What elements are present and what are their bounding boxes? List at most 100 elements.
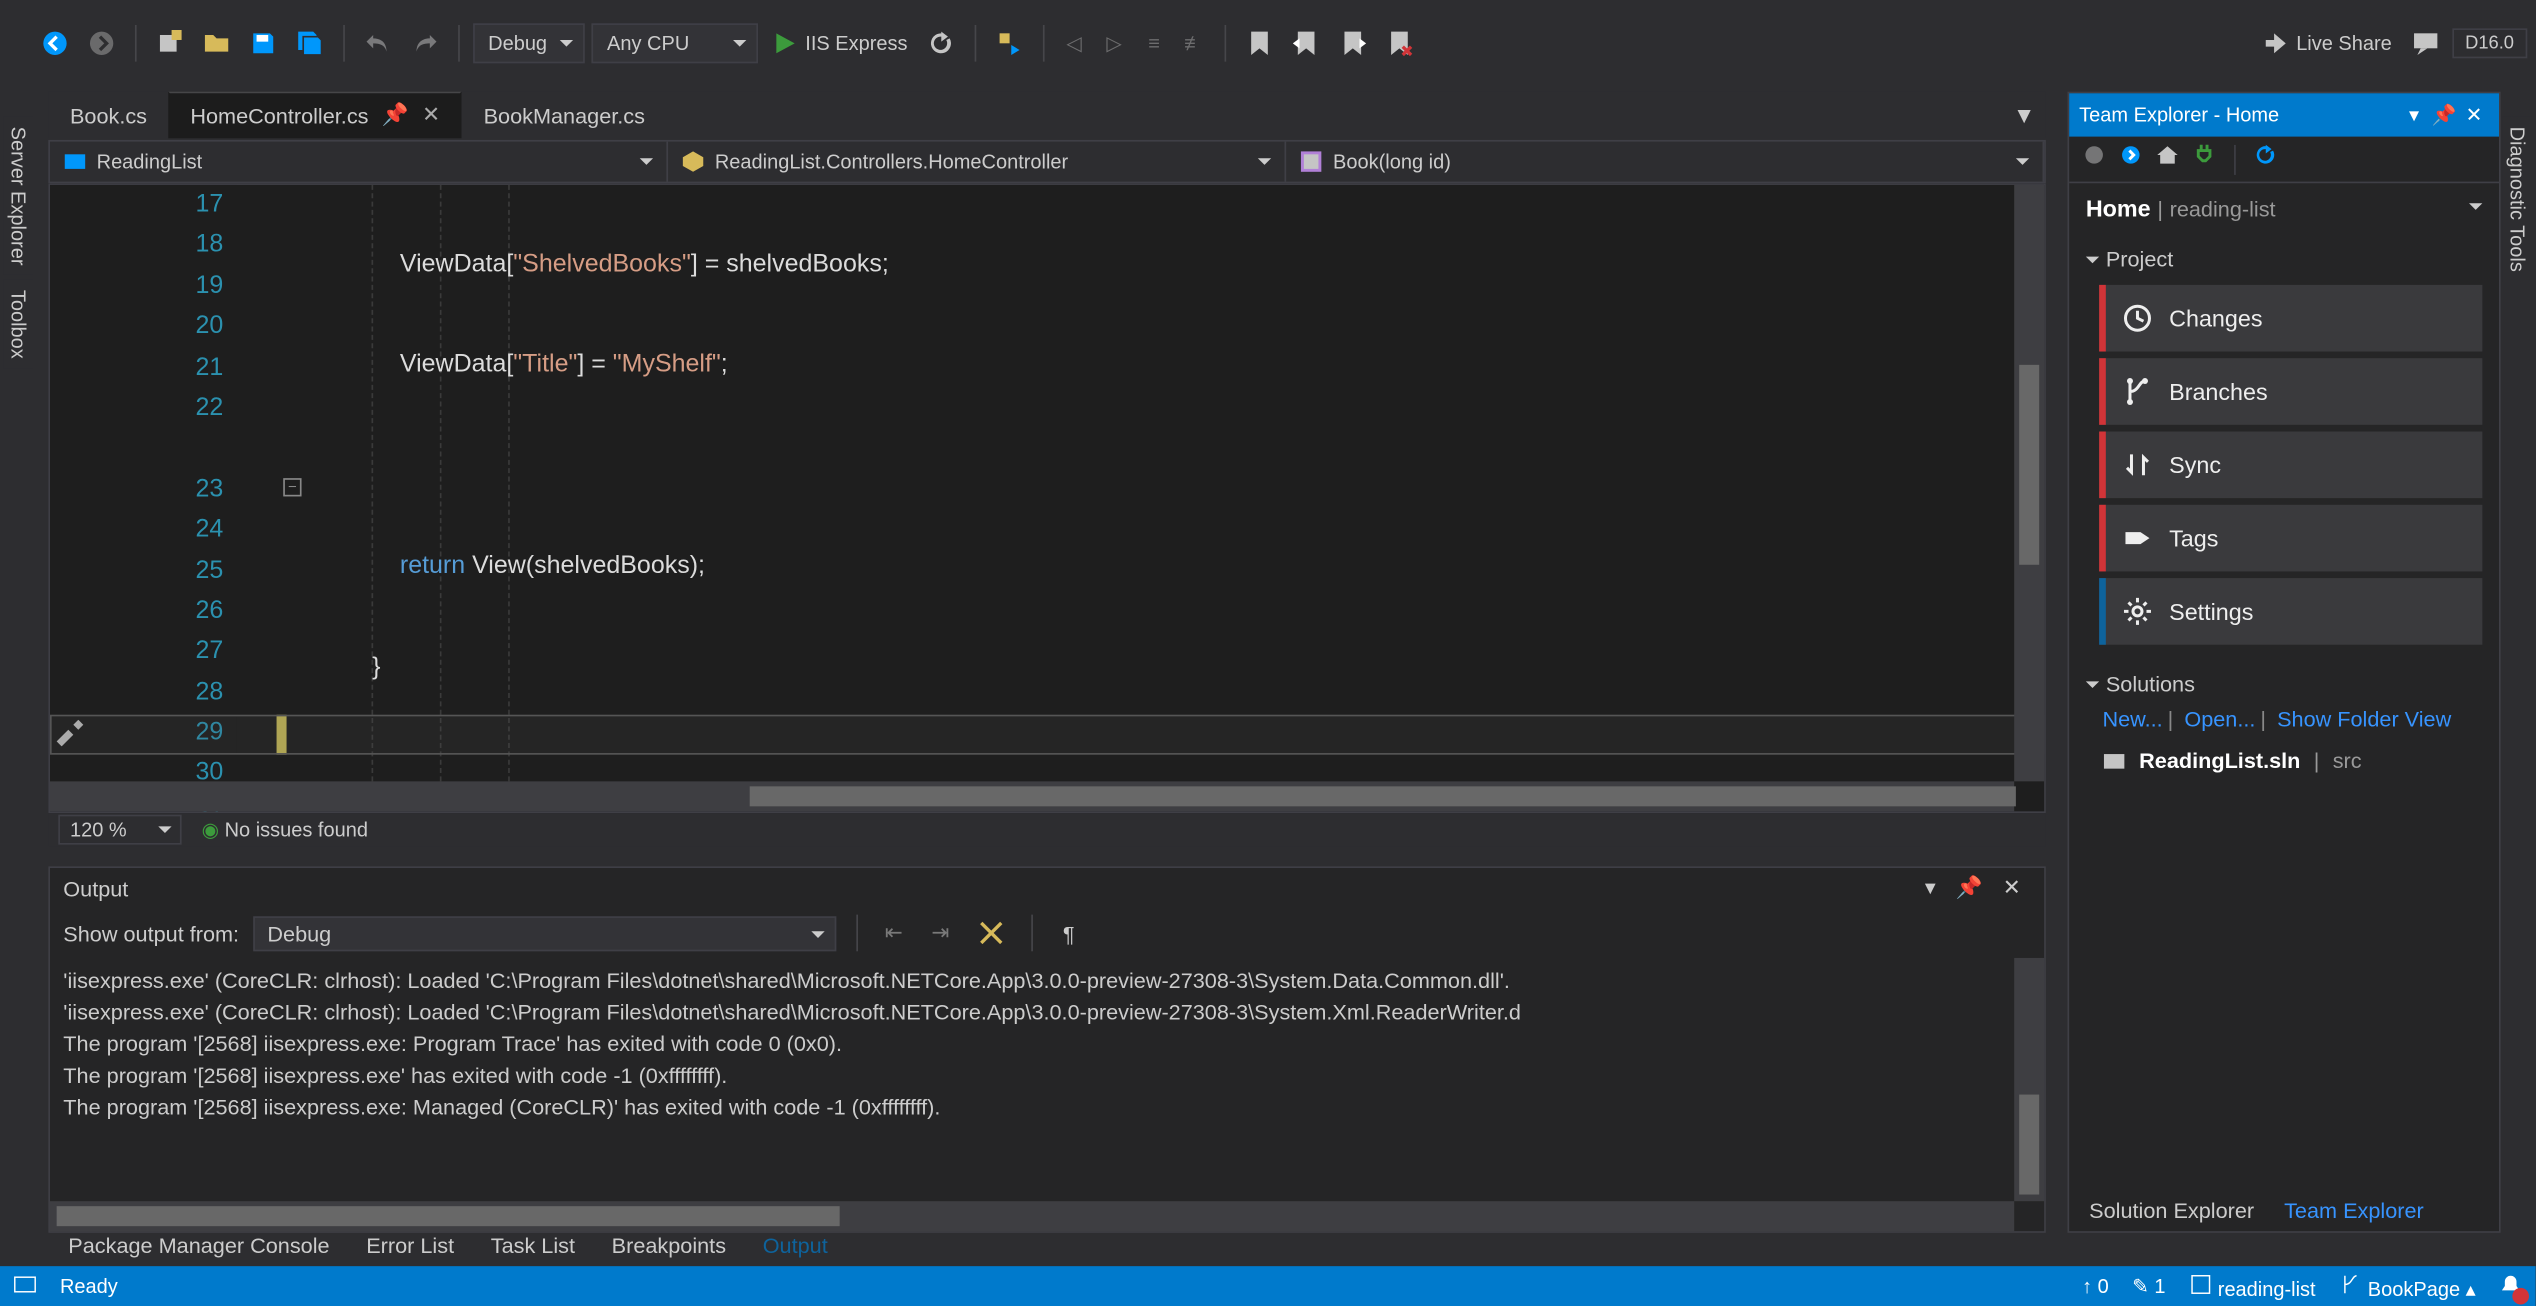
branches-card[interactable]: Branches (2099, 358, 2482, 425)
open-file-icon[interactable] (197, 23, 237, 63)
solution-config-combo[interactable]: Debug (473, 23, 585, 63)
clear-output-icon[interactable] (970, 913, 1010, 953)
te-fwd-icon[interactable] (2119, 143, 2142, 175)
live-share-button[interactable]: Live Share (2256, 23, 2398, 63)
file-tab-bookmanager[interactable]: BookManager.cs (462, 92, 667, 139)
issues-indicator[interactable]: ◉ No issues found (202, 818, 368, 841)
team-page-combo[interactable]: Home | reading-list (2069, 183, 2499, 233)
refresh-icon[interactable] (921, 23, 961, 63)
status-bar: Ready ↑ 0 ✎ 1 reading-list BookPage ▴ (0, 1266, 2536, 1306)
undo-icon[interactable] (358, 23, 398, 63)
code-navbar: ReadingList ReadingList.Controllers.Home… (48, 140, 2046, 183)
notification-bell-icon[interactable] (2499, 1272, 2522, 1300)
tab-team-explorer[interactable]: Team Explorer (2277, 1195, 2430, 1232)
open-solution-link[interactable]: Open... (2184, 706, 2255, 731)
bookmark-prev-icon[interactable] (1286, 23, 1326, 63)
output-title: Output (63, 875, 128, 900)
class-label: ReadingList.Controllers.HomeController (715, 150, 1068, 173)
solution-platform-combo[interactable]: Any CPU (592, 23, 759, 63)
goto-prev-icon[interactable]: ⇤ (877, 913, 910, 953)
nav-fwd-icon (82, 23, 122, 63)
home-icon[interactable] (2156, 143, 2179, 175)
unpushed-commits[interactable]: ↑ 0 (2082, 1274, 2109, 1297)
uncomment-icon: ≢ (1177, 23, 1210, 63)
editor-footer: 120 % ◉ No issues found (48, 813, 2046, 846)
close-icon[interactable]: ✕ (422, 102, 440, 129)
bookmark-clear-icon[interactable] (1379, 23, 1419, 63)
pin-icon[interactable]: 📌 (382, 102, 409, 129)
output-panel: Output ▾ 📌 ✕ Show output from: Debug ⇤ ⇥… (48, 866, 2046, 1233)
pending-edits[interactable]: ✎ 1 (2132, 1274, 2165, 1297)
tab-errorlist[interactable]: Error List (360, 1230, 461, 1267)
main-toolbar: Debug Any CPU IIS Express ◁ ▷ ≡ ≢ Live S… (35, 17, 2527, 70)
new-project-icon[interactable] (150, 23, 190, 63)
fold-toggle[interactable]: − (283, 478, 301, 496)
word-wrap-icon[interactable]: ¶ (1052, 913, 1085, 953)
te-back-icon[interactable] (2083, 143, 2106, 175)
document-tabs: Book.cs HomeController.cs 📌 ✕ BookManage… (48, 92, 2046, 139)
pin-icon[interactable]: 📌 (2429, 103, 2459, 126)
code-editor[interactable]: 171819202122 232425262728293031 − ViewDa… (48, 183, 2046, 813)
zoom-combo[interactable]: 120 % (58, 815, 181, 845)
toolbox-tab[interactable]: Toolbox (3, 280, 33, 369)
file-tab-homecontroller[interactable]: HomeController.cs 📌 ✕ (169, 92, 462, 139)
folder-view-link[interactable]: Show Folder View (2277, 706, 2451, 731)
tags-card[interactable]: Tags (2099, 505, 2482, 572)
tab-breakpoints[interactable]: Breakpoints (605, 1230, 733, 1267)
diagnostic-tools-tab[interactable]: Diagnostic Tools (2502, 117, 2532, 282)
output-vscrollbar[interactable] (2014, 958, 2044, 1201)
class-combo[interactable]: ReadingList.Controllers.HomeController (668, 142, 1286, 182)
tab-pmc[interactable]: Package Manager Console (62, 1230, 337, 1267)
close-icon[interactable]: ✕ (1993, 875, 2031, 902)
file-tab-book[interactable]: Book.cs (48, 92, 168, 139)
project-section-header[interactable]: Project (2086, 240, 2483, 278)
panel-menu-icon[interactable]: ▾ (1915, 875, 1946, 902)
pin-icon[interactable]: 📌 (1946, 875, 1993, 902)
bookmark-icon[interactable] (1239, 23, 1279, 63)
settings-card[interactable]: Settings (2099, 578, 2482, 645)
output-text[interactable]: 'iisexpress.exe' (CoreCLR: clrhost): Loa… (63, 965, 2014, 1202)
new-solution-link[interactable]: New... (2102, 706, 2162, 731)
output-from-label: Show output from: (63, 920, 239, 945)
start-debug-button[interactable]: IIS Express (765, 23, 914, 63)
goto-next-icon[interactable]: ⇥ (924, 913, 957, 953)
branch-indicator[interactable]: BookPage ▴ (2339, 1272, 2476, 1300)
tab-tasklist[interactable]: Task List (484, 1230, 582, 1267)
code-body[interactable]: ViewData["ShelvedBooks"] = shelvedBooks;… (317, 185, 2015, 781)
method-combo[interactable]: Book(long id) (1286, 142, 2044, 182)
changes-card[interactable]: Changes (2099, 285, 2482, 352)
file-tab-label: HomeController.cs (190, 102, 368, 127)
close-icon[interactable]: ✕ (2459, 103, 2489, 126)
server-explorer-tab[interactable]: Server Explorer (3, 117, 33, 276)
plug-icon[interactable] (2192, 143, 2215, 175)
window-menu-icon[interactable]: ▾ (2399, 103, 2429, 126)
sync-card[interactable]: Sync (2099, 431, 2482, 498)
nav-back-icon[interactable] (35, 23, 75, 63)
comment-icon: ≡ (1137, 23, 1170, 63)
redo-icon[interactable] (405, 23, 445, 63)
output-source-combo[interactable]: Debug (252, 915, 835, 950)
tab-solution-explorer[interactable]: Solution Explorer (2083, 1195, 2261, 1232)
indent-more-icon: ▷ (1097, 23, 1130, 63)
bottom-panel-tabs: Package Manager Console Error List Task … (48, 1230, 2046, 1267)
repo-indicator[interactable]: reading-list (2189, 1272, 2316, 1300)
tab-output[interactable]: Output (756, 1230, 834, 1267)
app-icon (13, 1272, 36, 1300)
editor-hscrollbar[interactable] (50, 781, 2014, 811)
refresh-icon[interactable] (2254, 143, 2277, 175)
team-explorer-pane: Team Explorer - Home ▾ 📌 ✕ Home | readin… (2068, 92, 2501, 1233)
project-combo[interactable]: ReadingList (50, 142, 668, 182)
status-text: Ready (60, 1274, 118, 1297)
solutions-section-header[interactable]: Solutions (2086, 665, 2483, 703)
tab-overflow-icon[interactable]: ▾ (2003, 92, 2046, 139)
save-icon[interactable] (243, 23, 283, 63)
feedback-icon[interactable] (2405, 23, 2445, 63)
bookmark-next-icon[interactable] (1332, 23, 1372, 63)
solution-item[interactable]: ReadingList.sln|src (2086, 738, 2483, 773)
method-label: Book(long id) (1333, 150, 1451, 173)
output-hscrollbar[interactable] (50, 1201, 2014, 1231)
screwdriver-icon[interactable] (53, 720, 86, 747)
step-icon[interactable] (989, 23, 1029, 63)
save-all-icon[interactable] (290, 23, 330, 63)
editor-vscrollbar[interactable] (2014, 185, 2044, 781)
